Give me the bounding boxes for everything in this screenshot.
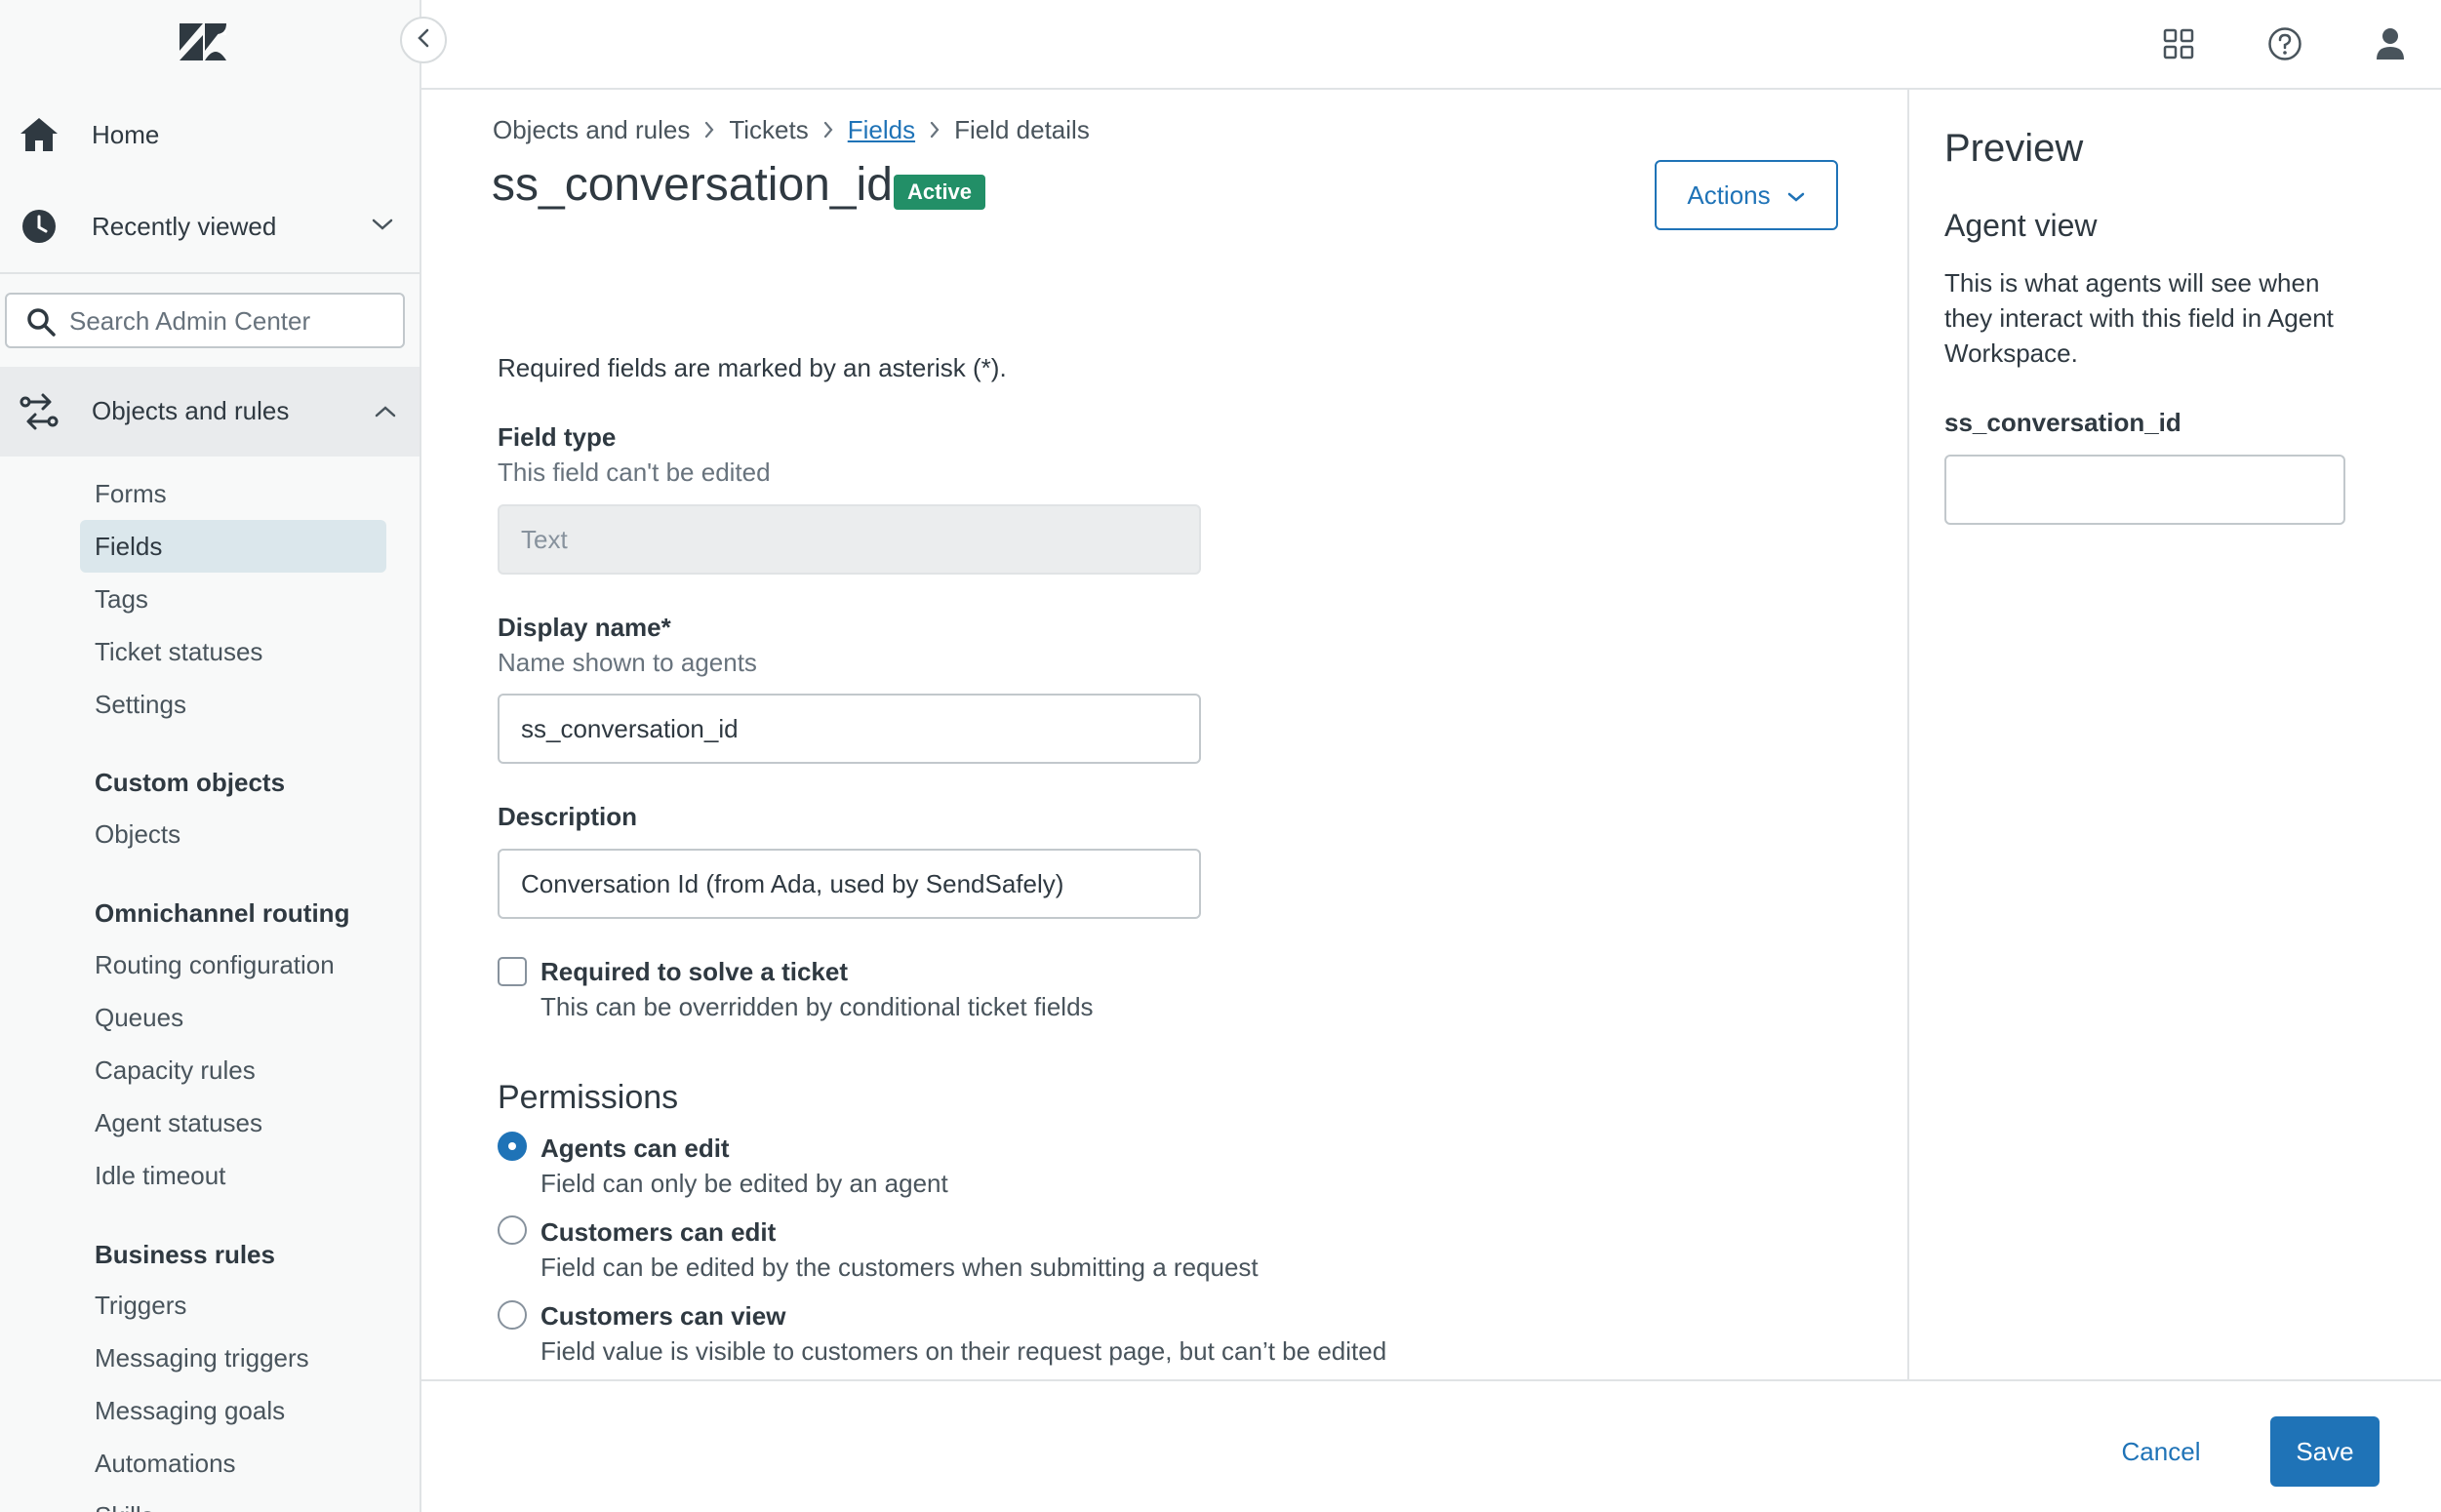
sidebar-heading-business-rules: Business rules [95, 1240, 275, 1269]
nav-home[interactable]: Home [0, 96, 420, 174]
breadcrumb-objects-and-rules[interactable]: Objects and rules [493, 115, 690, 145]
display-name-input[interactable]: ss_conversation_id [498, 694, 1201, 764]
help-icon[interactable] [2262, 21, 2307, 66]
display-name-hint: Name shown to agents [498, 648, 757, 677]
preview-field-label: ss_conversation_id [1944, 408, 2181, 437]
nav-recently-viewed[interactable]: Recently viewed [0, 187, 420, 265]
search-admin-center[interactable] [5, 293, 405, 348]
search-icon [26, 307, 56, 341]
chevron-right-icon [703, 120, 715, 139]
customers-can-edit-radio[interactable] [498, 1215, 527, 1245]
display-name-label: Display name* [498, 613, 671, 642]
search-input[interactable] [69, 304, 391, 338]
breadcrumb: Objects and rules Tickets Fields Field d… [493, 112, 1090, 147]
home-icon [18, 113, 60, 156]
nav-objects-and-rules[interactable]: Objects and rules [0, 367, 420, 457]
required-to-solve-checkbox[interactable] [498, 957, 527, 986]
chevron-right-icon [822, 120, 834, 139]
zendesk-logo[interactable] [178, 21, 228, 62]
sidebar-item-automations[interactable]: Automations [80, 1437, 386, 1490]
agent-view-description: This is what agents will see when they i… [1944, 268, 2334, 368]
permissions-title: Permissions [498, 1079, 679, 1116]
sidebar-item-objects[interactable]: Objects [80, 808, 386, 860]
sidebar-item-messaging-triggers[interactable]: Messaging triggers [80, 1332, 386, 1384]
chevron-down-icon [1786, 180, 1806, 211]
nav-recently-viewed-label: Recently viewed [92, 211, 277, 241]
user-icon[interactable] [2368, 21, 2413, 66]
customers-can-view-label: Customers can view [540, 1301, 786, 1331]
cancel-button[interactable]: Cancel [2098, 1416, 2224, 1487]
breadcrumb-fields-link[interactable]: Fields [848, 115, 915, 145]
sidebar: Home Recently viewed Objects and rules [0, 0, 421, 1512]
objects-rules-icon [18, 390, 60, 438]
agents-can-edit-radio[interactable] [498, 1132, 527, 1161]
sidebar-item-queues[interactable]: Queues [80, 991, 386, 1044]
status-badge: Active [894, 175, 986, 210]
sidebar-heading-omnichannel: Omnichannel routing [95, 898, 350, 928]
save-button[interactable]: Save [2270, 1416, 2380, 1487]
collapse-sidebar-button[interactable] [400, 17, 447, 63]
description-label: Description [498, 802, 638, 831]
customers-can-view-radio[interactable] [498, 1300, 527, 1330]
chevron-up-icon [374, 404, 397, 424]
sidebar-item-tags[interactable]: Tags [80, 573, 386, 625]
sidebar-item-ticket-statuses[interactable]: Ticket statuses [80, 625, 386, 678]
nav-home-label: Home [92, 119, 160, 149]
sidebar-heading-custom-objects: Custom objects [95, 768, 286, 797]
chevron-left-icon [417, 27, 430, 54]
required-to-solve-hint: This can be overridden by conditional ti… [540, 992, 1094, 1021]
sidebar-item-settings[interactable]: Settings [80, 678, 386, 731]
customers-can-edit-label: Customers can edit [540, 1217, 777, 1247]
field-type-hint: This field can't be edited [498, 458, 771, 487]
nav-objects-label: Objects and rules [92, 396, 290, 425]
top-bar [421, 0, 2441, 90]
required-fields-note: Required fields are marked by an asteris… [498, 353, 1007, 382]
sidebar-item-capacity-rules[interactable]: Capacity rules [80, 1044, 386, 1096]
customers-can-edit-hint: Field can be edited by the customers whe… [540, 1253, 1259, 1282]
description-input[interactable]: Conversation Id (from Ada, used by SendS… [498, 849, 1201, 919]
sidebar-item-messaging-goals[interactable]: Messaging goals [80, 1384, 386, 1437]
chevron-right-icon [929, 120, 940, 139]
preview-field-input[interactable] [1944, 455, 2345, 525]
grid-icon[interactable] [2156, 21, 2201, 66]
chevron-down-icon [371, 217, 394, 237]
page-title: ss_conversation_id [492, 159, 893, 211]
sidebar-item-skills[interactable]: Skills [80, 1490, 386, 1512]
field-type-label: Field type [498, 422, 617, 452]
actions-button-label: Actions [1687, 179, 1771, 210]
sidebar-item-routing-configuration[interactable]: Routing configuration [80, 938, 386, 991]
breadcrumb-tickets[interactable]: Tickets [729, 115, 808, 145]
clock-icon [18, 205, 60, 248]
sidebar-item-fields[interactable]: Fields [80, 520, 386, 573]
sidebar-item-idle-timeout[interactable]: Idle timeout [80, 1149, 386, 1202]
agents-can-edit-hint: Field can only be edited by an agent [540, 1169, 948, 1198]
sidebar-item-triggers[interactable]: Triggers [80, 1279, 386, 1332]
agents-can-edit-label: Agents can edit [540, 1134, 730, 1163]
sidebar-item-agent-statuses[interactable]: Agent statuses [80, 1096, 386, 1149]
preview-title: Preview [1944, 127, 2084, 170]
sidebar-divider [0, 272, 420, 274]
required-to-solve-label: Required to solve a ticket [540, 957, 848, 986]
customers-can-view-hint: Field value is visible to customers on t… [540, 1336, 1387, 1366]
breadcrumb-field-details: Field details [954, 114, 1090, 144]
agent-view-title: Agent view [1944, 208, 2098, 243]
sidebar-item-forms[interactable]: Forms [80, 467, 386, 520]
actions-button[interactable]: Actions [1655, 160, 1838, 230]
field-type-input: Text [498, 504, 1201, 575]
